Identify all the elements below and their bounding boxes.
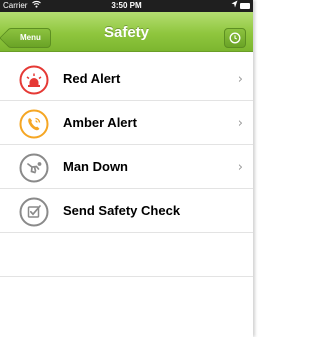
fallen-person-icon (19, 153, 49, 183)
status-time: 3:50 PM (111, 1, 142, 10)
send-safety-check-label: Send Safety Check (63, 203, 181, 218)
checkbox-icon (19, 197, 49, 227)
nav-bar: Menu Safety (0, 12, 253, 52)
alert-siren-icon (19, 65, 49, 95)
location-arrow-icon (231, 0, 238, 10)
list-item-amber-alert[interactable]: Amber Alert › (0, 101, 253, 145)
chevron-right-icon: › (237, 116, 243, 131)
amber-alert-label: Amber Alert (63, 115, 137, 130)
list-item-send-safety-check[interactable]: Send Safety Check (0, 189, 253, 233)
empty-list-row (0, 233, 253, 277)
clock-icon (229, 32, 241, 44)
man-down-label: Man Down (63, 159, 128, 174)
page-title: Safety (103, 24, 150, 41)
status-bar: Carrier 3:50 PM (0, 0, 253, 12)
list-item-man-down[interactable]: Man Down › (0, 145, 253, 189)
phone-icon (19, 109, 49, 139)
battery-icon (240, 3, 250, 9)
chevron-right-icon: › (237, 160, 243, 175)
safety-list: Red Alert › Amber Alert › Man Down › Sen… (0, 57, 253, 277)
phone-screen: Carrier 3:50 PM Menu Safety Red Alert › … (0, 0, 253, 337)
list-item-red-alert[interactable]: Red Alert › (0, 57, 253, 101)
red-alert-label: Red Alert (63, 71, 121, 86)
settings-button[interactable] (224, 28, 246, 48)
chevron-right-icon: › (237, 72, 243, 87)
